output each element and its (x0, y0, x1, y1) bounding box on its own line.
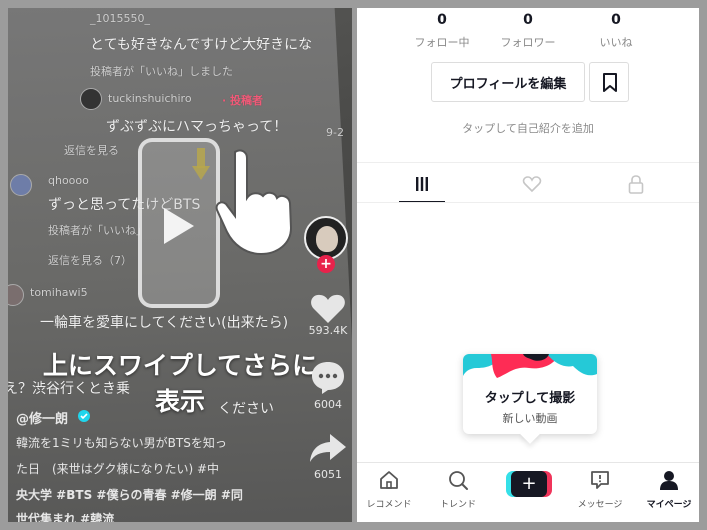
followers-label: フォロワー (500, 36, 556, 49)
profile-icon (660, 471, 678, 490)
grid-icon (416, 177, 428, 191)
nav-label: トレンド (439, 500, 476, 510)
view-replies-link[interactable]: 返信を見る (64, 142, 119, 158)
comment-text: 一輪車を愛車にしてください(出来たら) (40, 315, 289, 331)
comment-text: とても好きなんですけど大好きにな (90, 37, 313, 53)
creator-avatar[interactable] (304, 216, 348, 260)
likes-label: いいね (599, 36, 633, 49)
nav-item-mypage[interactable]: マイページ (635, 469, 699, 510)
lock-icon (628, 175, 644, 194)
create-video-title: タップして撮影 (484, 391, 576, 406)
swipe-hint-title: 上にスワイプしてさらに (42, 351, 318, 380)
share-arrow-icon[interactable] (308, 432, 348, 464)
plus-icon: + (511, 471, 547, 497)
verified-check-icon (78, 410, 90, 422)
reply-username[interactable]: tuckinshuichiro (108, 92, 192, 105)
reply-text: ずぶずぶにハマっちゃって！ (106, 119, 288, 135)
swipe-hint-phone-icon (138, 138, 220, 308)
nav-item-trend[interactable]: トレンド (424, 469, 492, 510)
likes-count: 0 (611, 12, 621, 28)
divider (357, 202, 699, 203)
message-icon (591, 471, 609, 489)
create-video-tooltip[interactable]: タップして撮影 新しい動画 (463, 354, 597, 444)
heart-outline-icon (522, 176, 542, 193)
edit-profile-button[interactable]: プロフィールを編集 (431, 62, 585, 102)
author-liked-note: 投稿者が「いいね」 (48, 224, 147, 237)
caption-hashtags[interactable]: 央大学 #BTS #僕らの青春 #修一朗 #同 (16, 486, 243, 503)
divider (357, 162, 699, 163)
heart-icon[interactable] (308, 292, 348, 326)
bottom-nav: レコメンド トレンド + メッセージ マイページ (357, 462, 699, 522)
reply-date: 9-2 (326, 126, 344, 139)
followers-count: 0 (523, 12, 533, 28)
follow-plus-button[interactable]: + (317, 255, 335, 273)
view-replies-link[interactable]: 返信を見る（7） (48, 252, 132, 268)
create-plus-button[interactable]: + (506, 471, 552, 497)
video-player-panel[interactable]: _1015550_ とても好きなんですけど大好きにな 投稿者が「いいね」しました… (8, 8, 352, 522)
comment-bubble-icon[interactable] (308, 360, 348, 396)
nav-label: メッセージ (577, 500, 623, 510)
caption-line: 韓流を1ミリも知らない男がBTSを知っ (16, 436, 227, 450)
followers-stat[interactable]: 0 フォロワー (483, 12, 573, 50)
likes-stat[interactable]: 0 いいね (571, 12, 661, 50)
bookmark-button[interactable] (589, 62, 629, 102)
comment-username[interactable]: qhoooo (48, 174, 89, 187)
author-liked-note: 投稿者が「いいね」しました (90, 65, 233, 78)
nav-label: マイページ (646, 500, 692, 510)
nav-item-messages[interactable]: メッセージ (566, 469, 634, 510)
following-label: フォロー中 (414, 36, 470, 49)
bio-placeholder[interactable]: タップして自己紹介を追加 (357, 120, 699, 136)
bookmark-icon (603, 73, 617, 92)
arrow-down-icon (192, 148, 210, 180)
tab-liked[interactable] (509, 168, 555, 202)
nav-label: レコメンド (366, 500, 412, 510)
comment-count: 6004 (314, 398, 342, 411)
caption-line: た日 (来世はグク様になりたい) #中 (16, 462, 219, 476)
home-icon (380, 471, 398, 489)
comment-username[interactable]: tomihawi5 (30, 286, 88, 299)
following-stat[interactable]: 0 フォロー中 (397, 12, 487, 50)
tab-videos[interactable] (399, 168, 445, 203)
screenshot-frame: _1015550_ とても好きなんですけど大好きにな 投稿者が「いいね」しました… (0, 0, 707, 530)
commenter-avatar[interactable] (10, 174, 32, 196)
tab-private[interactable] (613, 168, 659, 202)
tooltip-tail (520, 424, 540, 444)
like-count: 593.4K (308, 324, 348, 337)
profile-page: 0 フォロー中 0 フォロワー 0 いいね プロフィールを編集 タップして自己紹… (357, 8, 699, 522)
caption-hashtags[interactable]: 世代集まれ #韓流 (16, 510, 114, 522)
share-count: 6051 (314, 468, 342, 481)
following-count: 0 (437, 12, 447, 28)
author-badge: · 投稿者 (222, 94, 264, 107)
comment-username: _1015550_ (90, 12, 150, 25)
hand-swipe-icon (215, 149, 293, 256)
author-handle[interactable]: @修一朗 (16, 408, 68, 427)
search-icon (449, 471, 468, 490)
nav-item-recommend[interactable]: レコメンド (357, 469, 423, 510)
reply-avatar[interactable] (80, 88, 102, 110)
play-icon (164, 208, 194, 244)
